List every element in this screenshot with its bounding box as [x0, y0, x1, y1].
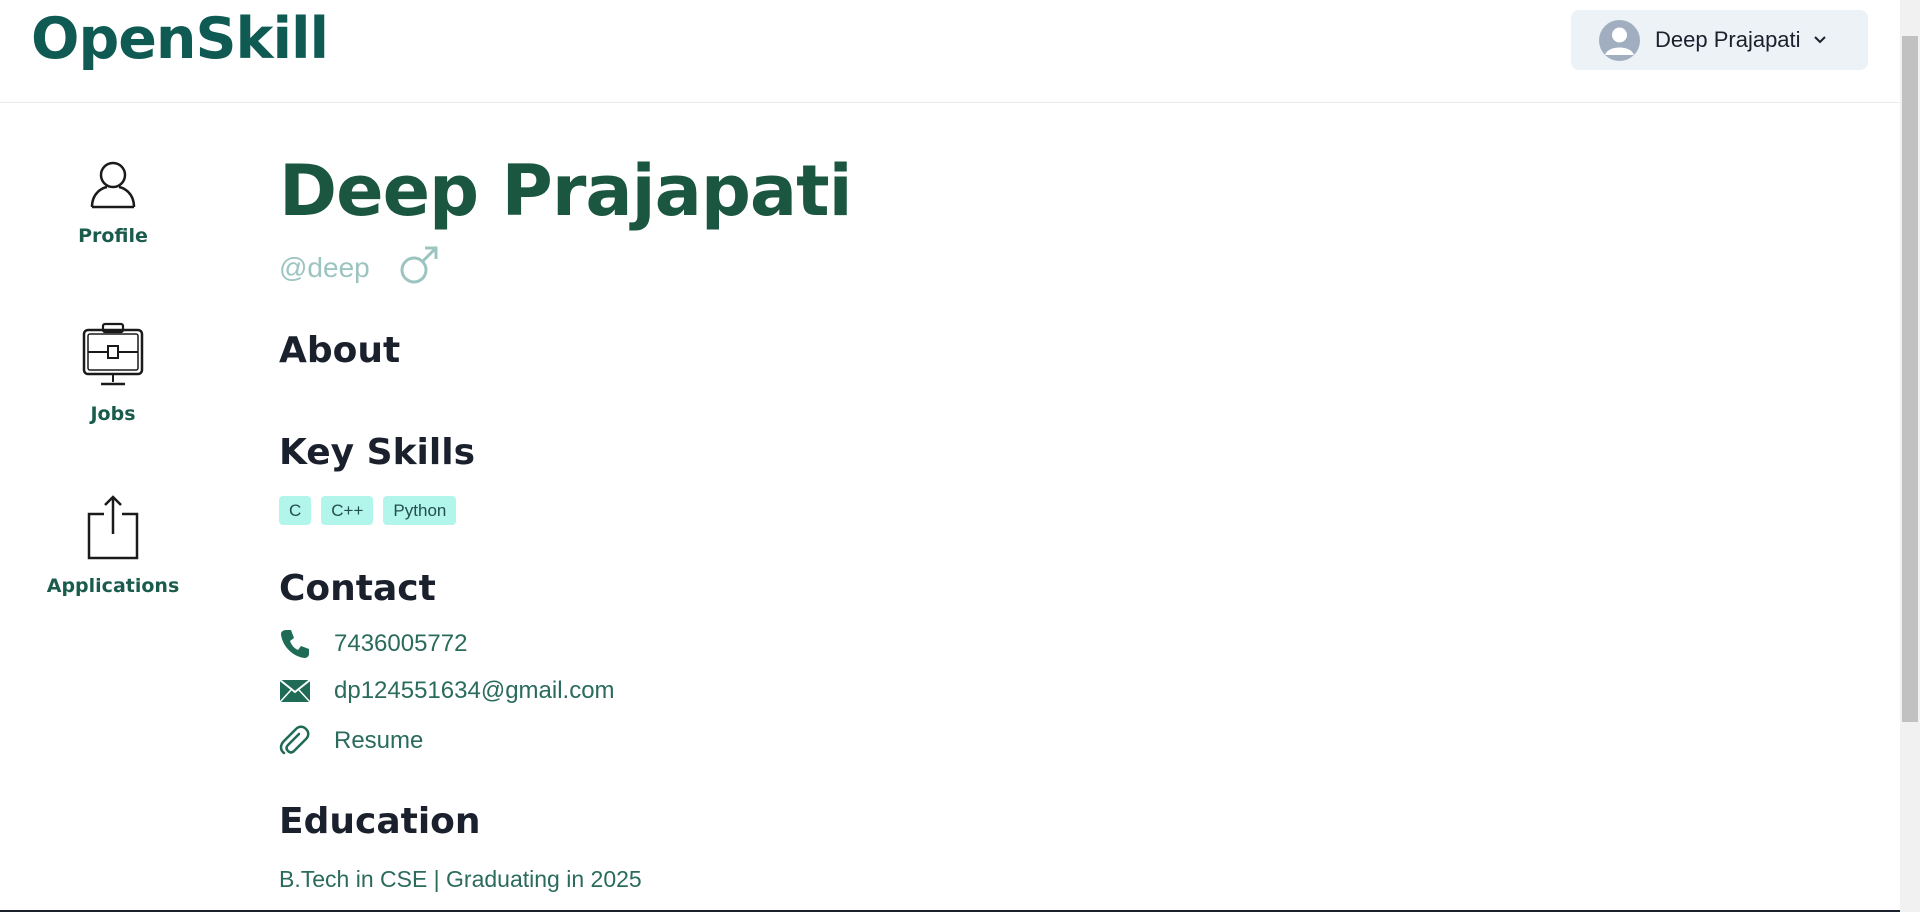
skill-badge: C++	[321, 496, 374, 525]
scrollbar-thumb[interactable]	[1902, 36, 1918, 722]
about-heading: About	[279, 330, 401, 371]
skill-badge: Python	[383, 496, 457, 525]
skills-list: C C++ Python	[279, 496, 457, 525]
contact-resume-row: Resume	[279, 725, 423, 757]
sidebar-item-label: Profile	[78, 225, 148, 247]
education-text: B.Tech in CSE | Graduating in 2025	[279, 866, 642, 892]
logo[interactable]: OpenSkill	[31, 6, 329, 72]
upload-icon	[84, 494, 142, 565]
chevron-down-icon	[1813, 35, 1827, 45]
sidebar-item-jobs[interactable]: Jobs	[38, 322, 188, 425]
sidebar-item-label: Jobs	[90, 403, 136, 425]
briefcase-icon	[81, 322, 145, 393]
male-icon	[398, 244, 440, 291]
email-address[interactable]: dp124551634@gmail.com	[334, 677, 615, 705]
resume-link[interactable]: Resume	[334, 727, 423, 755]
user-menu-button[interactable]: Deep Prajapati	[1571, 10, 1868, 70]
top-bar: OpenSkill Deep Prajapati	[0, 0, 1900, 103]
user-menu-name: Deep Prajapati	[1655, 27, 1801, 52]
education-heading: Education	[279, 801, 481, 842]
email-icon	[279, 679, 312, 703]
avatar-icon	[1599, 19, 1640, 61]
profile-name: Deep Prajapati	[279, 150, 853, 232]
contact-phone-row: 7436005772	[279, 628, 467, 660]
skill-badge: C	[279, 496, 312, 525]
sidebar-item-label: Applications	[46, 575, 180, 597]
paperclip-icon	[279, 725, 312, 757]
contact-email-row: dp124551634@gmail.com	[279, 677, 615, 705]
sidebar-item-applications[interactable]: Applications	[38, 494, 188, 597]
profile-subline: @deep	[279, 244, 440, 291]
contact-heading: Contact	[279, 568, 436, 609]
scrollbar[interactable]	[1900, 0, 1920, 912]
skills-heading: Key Skills	[279, 432, 475, 473]
profile-handle: @deep	[279, 251, 370, 283]
sidebar-item-profile[interactable]: Profile	[38, 160, 188, 247]
phone-number[interactable]: 7436005772	[334, 630, 467, 658]
phone-icon	[279, 628, 312, 660]
user-icon	[89, 160, 137, 215]
